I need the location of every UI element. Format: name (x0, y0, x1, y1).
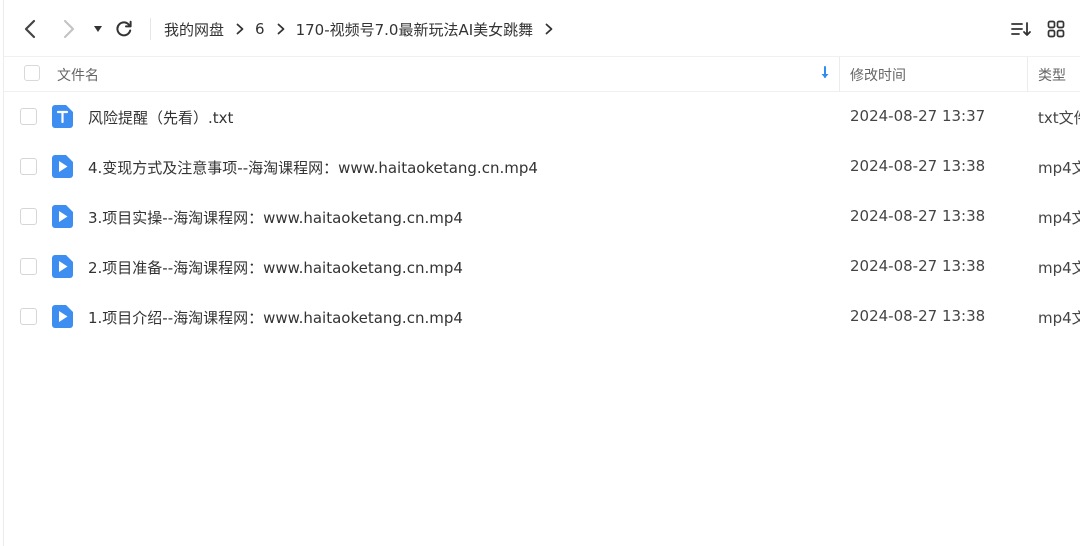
file-type: mp4文件 (1038, 259, 1080, 277)
column-header-type[interactable]: 类型 (1038, 65, 1066, 85)
text-file-icon (52, 105, 73, 128)
breadcrumb-separator-icon (277, 23, 285, 35)
file-name[interactable]: 1.项目介绍--海淘课程网：www.haitaoketang.cn.mp4 (88, 307, 463, 328)
chevron-right-icon (63, 19, 75, 39)
video-file-icon (52, 255, 73, 278)
file-modified-time: 2024-08-27 13:38 (850, 257, 986, 275)
sort-list-icon (1011, 22, 1031, 36)
file-list: 风险提醒（先看）.txt 2024-08-27 13:37 txt文件 4.变现… (4, 92, 1080, 342)
history-dropdown-button[interactable] (88, 14, 108, 44)
row-checkbox[interactable] (20, 308, 37, 325)
column-header-name[interactable]: 文件名 (57, 65, 99, 85)
file-row[interactable]: 3.项目实操--海淘课程网：www.haitaoketang.cn.mp4 20… (4, 192, 1080, 242)
file-type: txt文件 (1038, 109, 1080, 127)
refresh-button[interactable] (112, 14, 136, 44)
refresh-icon (116, 20, 132, 37)
file-modified-time: 2024-08-27 13:38 (850, 157, 986, 175)
caret-down-icon (94, 26, 102, 32)
column-divider[interactable] (839, 57, 840, 92)
file-row[interactable]: 1.项目介绍--海淘课程网：www.haitaoketang.cn.mp4 20… (4, 292, 1080, 342)
grid-view-icon (1047, 20, 1065, 38)
file-modified-time: 2024-08-27 13:37 (850, 107, 986, 125)
file-name[interactable]: 4.变现方式及注意事项--海淘课程网：www.haitaoketang.cn.m… (88, 157, 538, 178)
row-checkbox[interactable] (20, 208, 37, 225)
back-button[interactable] (16, 14, 44, 44)
file-row[interactable]: 风险提醒（先看）.txt 2024-08-27 13:37 txt文件 (4, 92, 1080, 142)
video-file-icon (52, 305, 73, 328)
forward-button[interactable] (55, 14, 83, 44)
file-row[interactable]: 4.变现方式及注意事项--海淘课程网：www.haitaoketang.cn.m… (4, 142, 1080, 192)
file-name[interactable]: 风险提醒（先看）.txt (88, 107, 233, 128)
row-checkbox[interactable] (20, 258, 37, 275)
grid-view-button[interactable] (1043, 14, 1069, 44)
video-file-icon (52, 155, 73, 178)
file-modified-time: 2024-08-27 13:38 (850, 207, 986, 225)
column-divider[interactable] (1027, 57, 1028, 92)
file-list-header: 文件名 修改时间 类型 (4, 56, 1080, 92)
chevron-left-icon (24, 19, 36, 39)
file-type: mp4文件 (1038, 209, 1080, 227)
file-name[interactable]: 3.项目实操--海淘课程网：www.haitaoketang.cn.mp4 (88, 207, 463, 228)
breadcrumb-item-current[interactable]: 170-视频号7.0最新玩法AI美女跳舞 (296, 19, 534, 40)
breadcrumb-item-root[interactable]: 我的网盘 (164, 19, 224, 40)
sort-descending-icon[interactable] (820, 66, 830, 84)
select-all-checkbox[interactable] (24, 65, 40, 81)
breadcrumb-item-folder[interactable]: 6 (255, 20, 265, 38)
file-name[interactable]: 2.项目准备--海淘课程网：www.haitaoketang.cn.mp4 (88, 257, 463, 278)
row-checkbox[interactable] (20, 158, 37, 175)
file-type: mp4文件 (1038, 309, 1080, 327)
file-type: mp4文件 (1038, 159, 1080, 177)
toolbar-divider (150, 18, 151, 40)
row-checkbox[interactable] (20, 108, 37, 125)
file-row[interactable]: 2.项目准备--海淘课程网：www.haitaoketang.cn.mp4 20… (4, 242, 1080, 292)
breadcrumb: 我的网盘 6 170-视频号7.0最新玩法AI美女跳舞 (164, 14, 564, 44)
breadcrumb-separator-icon (236, 23, 244, 35)
column-header-modified[interactable]: 修改时间 (850, 65, 906, 85)
file-browser-window: 我的网盘 6 170-视频号7.0最新玩法AI美女跳舞 文件名 修改时间 类型 … (0, 0, 1080, 546)
breadcrumb-expand-icon[interactable] (545, 23, 553, 35)
sort-button[interactable] (1007, 14, 1035, 44)
video-file-icon (52, 205, 73, 228)
toolbar: 我的网盘 6 170-视频号7.0最新玩法AI美女跳舞 (0, 0, 1080, 56)
file-modified-time: 2024-08-27 13:38 (850, 307, 986, 325)
